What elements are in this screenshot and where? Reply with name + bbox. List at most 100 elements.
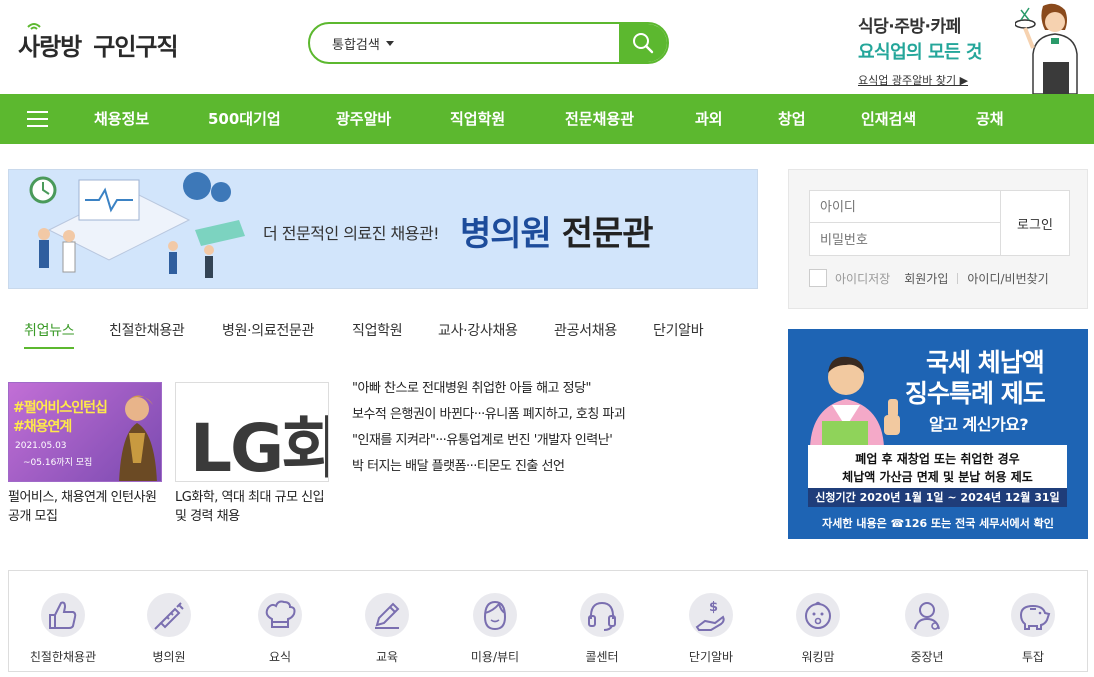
login-box: 로그인 아이디저장 회원가입 아이디/비번찾기 <box>788 169 1088 309</box>
ad-subtitle: 알고 계신가요? <box>929 415 1029 434</box>
search-bar: 통합검색 <box>308 22 669 64</box>
face-icon <box>483 600 507 631</box>
password-input[interactable] <box>810 223 1000 255</box>
category-food[interactable]: 요식 <box>235 593 325 665</box>
ad-info-box: 폐업 후 재창업 또는 취업한 경우 체납액 가산금 면제 및 분납 허용 제도… <box>808 445 1067 507</box>
login-fields <box>809 190 1001 256</box>
money-hand-icon: $ <box>695 600 725 631</box>
dropdown-arrow-icon <box>385 40 394 46</box>
nav-item-tutoring[interactable]: 과외 <box>695 94 723 144</box>
join-link[interactable]: 회원가입 <box>904 270 948 287</box>
news-card[interactable]: #펄어비스인턴십 #채용연계 2021.05.03 ~05.16까지 모집 펄어… <box>8 382 162 526</box>
nav-item-top500[interactable]: 500대기업 <box>208 94 281 144</box>
senior-icon <box>914 602 940 630</box>
search-scope-label: 통합검색 <box>332 37 380 53</box>
banner-title: 병의원 전문관 <box>460 206 654 255</box>
thumb-date1: 2021.05.03 <box>15 441 67 451</box>
search-scope-select[interactable]: 통합검색 <box>310 24 394 62</box>
tab-hospital[interactable]: 병원·의료전문관 <box>222 320 315 340</box>
logo-sub-text: 구인구직 <box>93 32 178 61</box>
category-call-center[interactable]: 콜센터 <box>557 593 647 665</box>
news-caption[interactable]: LG화학, 역대 최대 규모 신입 및 경력 채용 <box>175 488 329 526</box>
man-thumbsup-illustration <box>810 356 900 447</box>
menu-icon[interactable] <box>27 111 48 127</box>
category-label: 단기알바 <box>688 650 734 664</box>
nav-item-academy[interactable]: 직업학원 <box>450 94 505 144</box>
promo-line1: 식당·주방·카페 <box>858 17 961 37</box>
thumb-line1: #펄어비스인턴십 <box>13 400 108 416</box>
tab-academy[interactable]: 직업학원 <box>352 320 403 340</box>
login-button[interactable]: 로그인 <box>1000 190 1070 256</box>
category-bar: 친절한채용관 병의원 요식 교육 미용/뷰티 콜센터 $ 단기알바 워킹맘 중장… <box>8 570 1088 672</box>
headline-item[interactable]: 보수적 은행권이 바뀐다···유니폼 폐지하고, 호칭 파괴 <box>352 402 772 428</box>
tab-teacher[interactable]: 교사·강사채용 <box>438 320 518 340</box>
tax-ad-banner[interactable]: 국세 체납액 징수특례 제도 알고 계신가요? 폐업 후 재창업 또는 취업한 … <box>788 329 1088 539</box>
search-button[interactable] <box>619 24 667 62</box>
username-input[interactable] <box>810 191 1000 223</box>
promo-line2: 요식업의 모든 것 <box>858 42 982 63</box>
svg-text:$: $ <box>709 600 718 615</box>
banner-title-b: 전문관 <box>561 214 654 254</box>
chef-hat-icon <box>265 600 296 628</box>
headline-item[interactable]: "아빠 찬스로 전대병원 취업한 아들 해고 정당" <box>352 376 772 402</box>
ad-box-line1: 폐업 후 재창업 또는 취업한 경우 <box>855 452 1020 466</box>
category-kind-recruit[interactable]: 친절한채용관 <box>18 593 108 665</box>
save-id-label[interactable]: 아이디저장 <box>835 270 890 287</box>
nav-item-gwangju-alba[interactable]: 광주알바 <box>336 94 391 144</box>
thumbs-up-icon <box>49 601 77 629</box>
ad-period: 신청기간 2020년 1월 1일 ~ 2024년 12월 31일 <box>808 488 1067 507</box>
tab-job-news[interactable]: 취업뉴스 <box>24 320 75 349</box>
thumb-lg-text: LG화 <box>190 410 329 482</box>
headline-list: "아빠 찬스로 전대병원 취업한 아들 해고 정당" 보수적 은행권이 바뀐다·… <box>352 376 772 480</box>
divider <box>957 272 959 284</box>
headline-item[interactable]: 박 터지는 배달 플랫폼···티몬도 진출 선언 <box>352 454 772 480</box>
syringe-icon <box>154 602 184 630</box>
news-thumbnail[interactable]: #펄어비스인턴십 #채용연계 2021.05.03 ~05.16까지 모집 <box>8 382 162 482</box>
find-account-link[interactable]: 아이디/비번찾기 <box>967 270 1048 287</box>
news-thumbnail[interactable]: LG화 <box>175 382 329 482</box>
category-label: 친절한채용관 <box>29 650 97 664</box>
login-options: 아이디저장 회원가입 아이디/비번찾기 <box>809 269 1049 287</box>
category-label: 미용/뷰티 <box>470 650 520 664</box>
thumb-line2: #채용연계 <box>13 419 72 435</box>
waitress-illustration <box>1015 3 1078 94</box>
nav-item-talent-search[interactable]: 인재검색 <box>861 94 916 144</box>
tab-kind-recruit[interactable]: 친절한채용관 <box>109 320 185 340</box>
category-label: 병의원 <box>152 650 186 664</box>
nav-item-startup[interactable]: 창업 <box>778 94 806 144</box>
category-short-term[interactable]: $ 단기알바 <box>666 593 756 665</box>
category-beauty[interactable]: 미용/뷰티 <box>450 593 540 665</box>
news-caption[interactable]: 펄어비스, 채용연계 인턴사원 공개 모집 <box>8 488 162 526</box>
category-hospital[interactable]: 병의원 <box>124 593 214 665</box>
piggy-bank-icon <box>1019 604 1051 630</box>
nav-item-jobs[interactable]: 채용정보 <box>94 94 149 144</box>
ad-box-line2: 체납액 가산금 면제 및 분납 허용 제도 <box>842 470 1033 484</box>
headset-icon <box>588 601 616 631</box>
category-label: 워킹맘 <box>801 650 835 664</box>
category-label: 투잡 <box>1021 650 1045 664</box>
save-id-checkbox[interactable] <box>809 269 827 287</box>
category-label: 콜센터 <box>585 650 619 664</box>
hospital-illustration <box>29 172 245 278</box>
thumb-date2: ~05.16까지 모집 <box>23 458 93 468</box>
hospital-banner[interactable]: 더 전문적인 의료진 채용관! 병의원 전문관 <box>8 169 758 289</box>
tab-public-office[interactable]: 관공서채용 <box>554 320 617 340</box>
nav-item-public-hiring[interactable]: 공채 <box>976 94 1004 144</box>
category-two-jobs[interactable]: 투잡 <box>988 593 1078 665</box>
category-senior[interactable]: 중장년 <box>882 593 972 665</box>
main-nav: 채용정보 500대기업 광주알바 직업학원 전문채용관 과외 창업 인재검색 공… <box>0 94 1094 144</box>
category-working-mom[interactable]: 워킹맘 <box>773 593 863 665</box>
category-label: 교육 <box>375 650 399 664</box>
banner-title-a: 병의원 <box>460 214 552 254</box>
restaurant-promo[interactable]: 식당·주방·카페 요식업의 모든 것 요식업 광주알바 찾기 ▶ <box>855 3 1090 94</box>
category-education[interactable]: 교육 <box>342 593 432 665</box>
site-logo[interactable]: 사랑방 구인구직 <box>18 23 179 63</box>
search-input[interactable] <box>393 24 619 62</box>
promo-link[interactable]: 요식업 광주알바 찾기 ▶ <box>858 72 968 88</box>
ad-title2: 징수특례 제도 <box>905 379 1046 408</box>
news-card[interactable]: LG화 LG화학, 역대 최대 규모 신입 및 경력 채용 <box>175 382 329 526</box>
pencil-icon <box>375 602 400 629</box>
nav-item-specialized[interactable]: 전문채용관 <box>565 94 634 144</box>
tab-short-term[interactable]: 단기알바 <box>653 320 704 340</box>
headline-item[interactable]: "인재를 지켜라"···유통업계로 번진 '개발자 인력난' <box>352 428 772 454</box>
